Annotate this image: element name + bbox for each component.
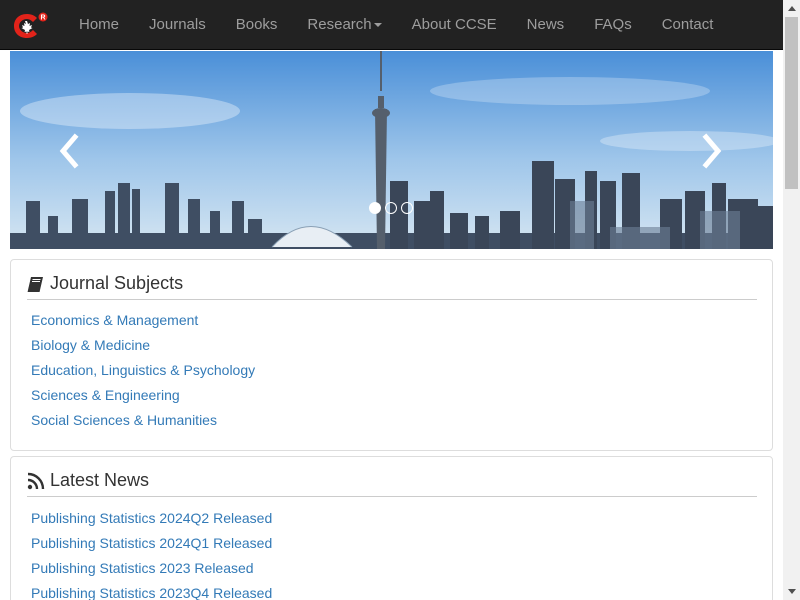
latest-news-heading: Latest News <box>27 469 757 497</box>
carousel-indicators <box>369 202 413 214</box>
page-scrollbar[interactable] <box>783 0 800 600</box>
ccse-logo-icon[interactable]: R <box>12 11 50 41</box>
nav-news-label: News <box>526 16 565 33</box>
nav-about[interactable]: About CCSE <box>397 0 512 50</box>
journal-subjects-panel: Journal Subjects Economics & Management … <box>10 259 773 451</box>
nav-contact-label: Contact <box>661 16 714 33</box>
subject-link-social-sciences[interactable]: Social Sciences & Humanities <box>31 410 255 435</box>
nav-books[interactable]: Books <box>221 0 293 50</box>
hero-carousel <box>10 51 773 249</box>
nav-research-dropdown[interactable]: Research <box>292 0 396 50</box>
news-link-2024q1[interactable]: Publishing Statistics 2024Q1 Released <box>31 533 272 558</box>
nav-journals[interactable]: Journals <box>134 0 221 50</box>
scroll-down-arrow-icon[interactable] <box>783 583 800 600</box>
rss-icon <box>27 472 45 490</box>
news-list: Publishing Statistics 2024Q2 Released Pu… <box>31 508 272 600</box>
news-link-2023[interactable]: Publishing Statistics 2023 Released <box>31 558 272 583</box>
latest-news-title: Latest News <box>50 470 150 490</box>
svg-text:R: R <box>40 15 45 22</box>
journal-subjects-title: Journal Subjects <box>50 273 184 293</box>
carousel-indicator-2[interactable] <box>385 202 397 214</box>
scroll-thumb[interactable] <box>785 17 798 189</box>
nav-books-label: Books <box>235 16 278 33</box>
nav-contact[interactable]: Contact <box>647 0 729 50</box>
nav-journals-label: Journals <box>149 16 206 33</box>
scroll-up-arrow-icon[interactable] <box>783 0 800 17</box>
main-nav: Home Journals Books Research About CCSE … <box>64 0 728 50</box>
carousel-next-arrow-icon[interactable] <box>696 133 726 169</box>
book-icon <box>27 275 45 293</box>
carousel-prev-arrow-icon[interactable] <box>55 133 85 169</box>
nav-news[interactable]: News <box>512 0 580 50</box>
news-link-2023q4[interactable]: Publishing Statistics 2023Q4 Released <box>31 583 272 600</box>
journal-subjects-heading: Journal Subjects <box>27 272 757 300</box>
nav-faqs-label: FAQs <box>594 16 632 33</box>
news-link-2024q2[interactable]: Publishing Statistics 2024Q2 Released <box>31 508 272 533</box>
nav-home-label: Home <box>79 16 120 33</box>
caret-down-icon <box>373 23 382 28</box>
nav-research-label: Research <box>307 16 372 33</box>
carousel-indicator-3[interactable] <box>401 202 413 214</box>
latest-news-panel: Latest News Publishing Statistics 2024Q2… <box>10 456 773 600</box>
subject-list: Economics & Management Biology & Medicin… <box>31 310 255 435</box>
subject-link-education[interactable]: Education, Linguistics & Psychology <box>31 360 255 385</box>
nav-faqs[interactable]: FAQs <box>579 0 647 50</box>
subject-link-sciences[interactable]: Sciences & Engineering <box>31 385 255 410</box>
nav-about-label: About CCSE <box>411 16 497 33</box>
subject-link-biology[interactable]: Biology & Medicine <box>31 335 255 360</box>
top-navbar: R Home Journals Books Research About CCS… <box>0 0 783 50</box>
nav-home[interactable]: Home <box>64 0 134 50</box>
carousel-indicator-1[interactable] <box>369 202 381 214</box>
subject-link-economics[interactable]: Economics & Management <box>31 310 255 335</box>
toronto-skyline-image <box>10 51 773 249</box>
